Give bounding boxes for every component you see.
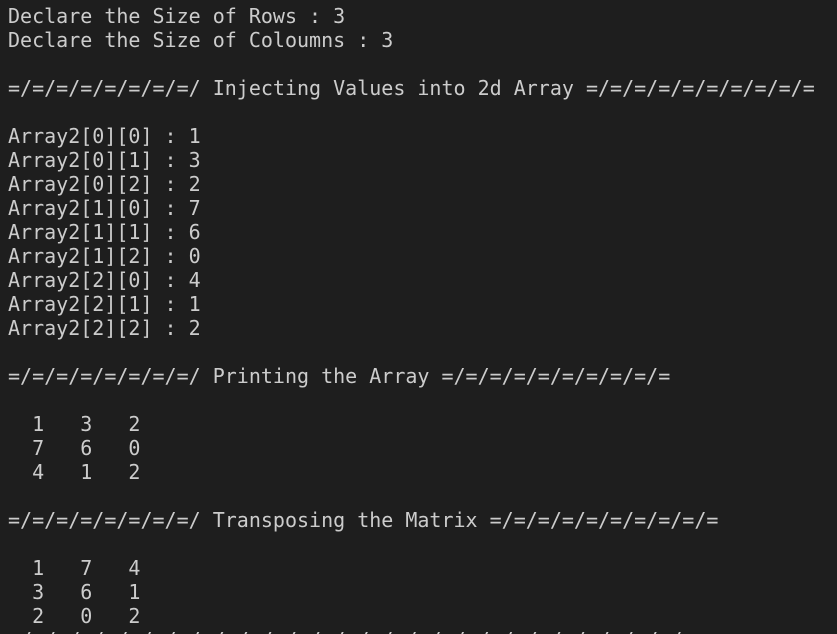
terminal-line: Array2[1][0] : 7 [8,196,201,220]
terminal-line: Array2[1][1] : 6 [8,220,201,244]
terminal-line: Array2[0][2] : 2 [8,172,201,196]
terminal-line: Array2[2][2] : 2 [8,316,201,340]
matrix-row: 7 6 0 [8,436,141,460]
matrix-row: 1 3 2 [8,412,141,436]
terminal-line: Declare the Size of Coloumns : 3 [8,28,394,52]
transposed-row: 2 0 2 [8,604,141,628]
section-header-transposing: =/=/=/=/=/=/=/=/ Transposing the Matrix … [8,508,719,532]
section-footer-divider: =/=/=/=/=/=/=/=/=/=/=/=/=/=/=/=/=/=/=/=/… [8,628,829,634]
matrix-row: 4 1 2 [8,460,141,484]
terminal-line: Array2[1][2] : 0 [8,244,201,268]
terminal-line: Array2[2][1] : 1 [8,292,201,316]
terminal-line: Array2[2][0] : 4 [8,268,201,292]
section-header-injecting: =/=/=/=/=/=/=/=/ Injecting Values into 2… [8,76,815,100]
terminal-line: Array2[0][0] : 1 [8,124,201,148]
section-header-printing: =/=/=/=/=/=/=/=/ Printing the Array =/=/… [8,364,671,388]
transposed-row: 1 7 4 [8,556,141,580]
transposed-row: 3 6 1 [8,580,141,604]
terminal-output[interactable]: Declare the Size of Rows : 3 Declare the… [0,0,837,634]
terminal-line: Array2[0][1] : 3 [8,148,201,172]
terminal-line: Declare the Size of Rows : 3 [8,4,346,28]
